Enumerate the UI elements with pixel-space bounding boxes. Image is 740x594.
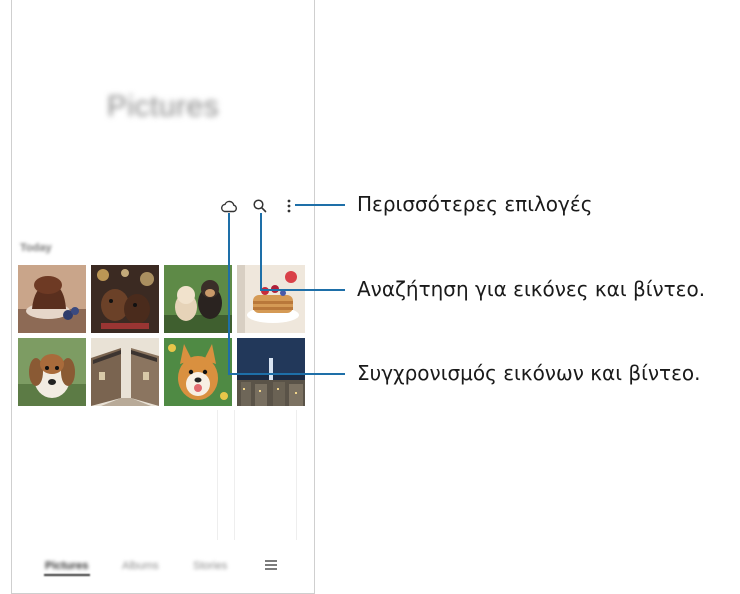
callout-line-more-options [295,204,345,206]
callout-line-sync-horizontal [228,373,345,375]
phone-screen: Pictures Today Pictures Albums Stories [11,0,315,594]
grid-divider [296,410,297,540]
callout-line-sync-vertical [228,213,230,375]
callout-line-search-vertical [260,213,262,291]
callout-line-search-horizontal [260,289,345,291]
section-label-today: Today [20,242,52,254]
callout-search: Αναζήτηση για εικόνες και βίντεο. [357,277,706,301]
bottom-navigation: Pictures Albums Stories [12,552,314,582]
photo-thumbnail-corgi[interactable] [164,338,232,406]
photo-thumbnail-muffin[interactable] [18,265,86,333]
photo-thumbnail-pancakes[interactable] [237,265,305,333]
photo-thumbnail-city[interactable] [237,338,305,406]
page-title: Pictures [106,90,220,123]
callout-more-options: Περισσότερες επιλογές [357,192,593,216]
grid-divider [217,410,218,540]
callout-sync: Συγχρονισμός εικόνων και βίντεο. [357,361,701,385]
photo-thumbnail-dogs-lights[interactable] [91,265,159,333]
active-tab-indicator [44,574,90,576]
photo-thumbnail-puppy-kitten[interactable] [164,265,232,333]
tab-pictures[interactable]: Pictures [45,560,88,572]
photo-thumbnail-beagle[interactable] [18,338,86,406]
photo-thumbnail-village[interactable] [91,338,159,406]
more-options-icon[interactable] [279,196,299,216]
tab-stories[interactable]: Stories [193,560,227,572]
tab-albums[interactable]: Albums [122,560,159,572]
grid-divider [234,410,235,540]
menu-icon[interactable] [263,557,279,573]
